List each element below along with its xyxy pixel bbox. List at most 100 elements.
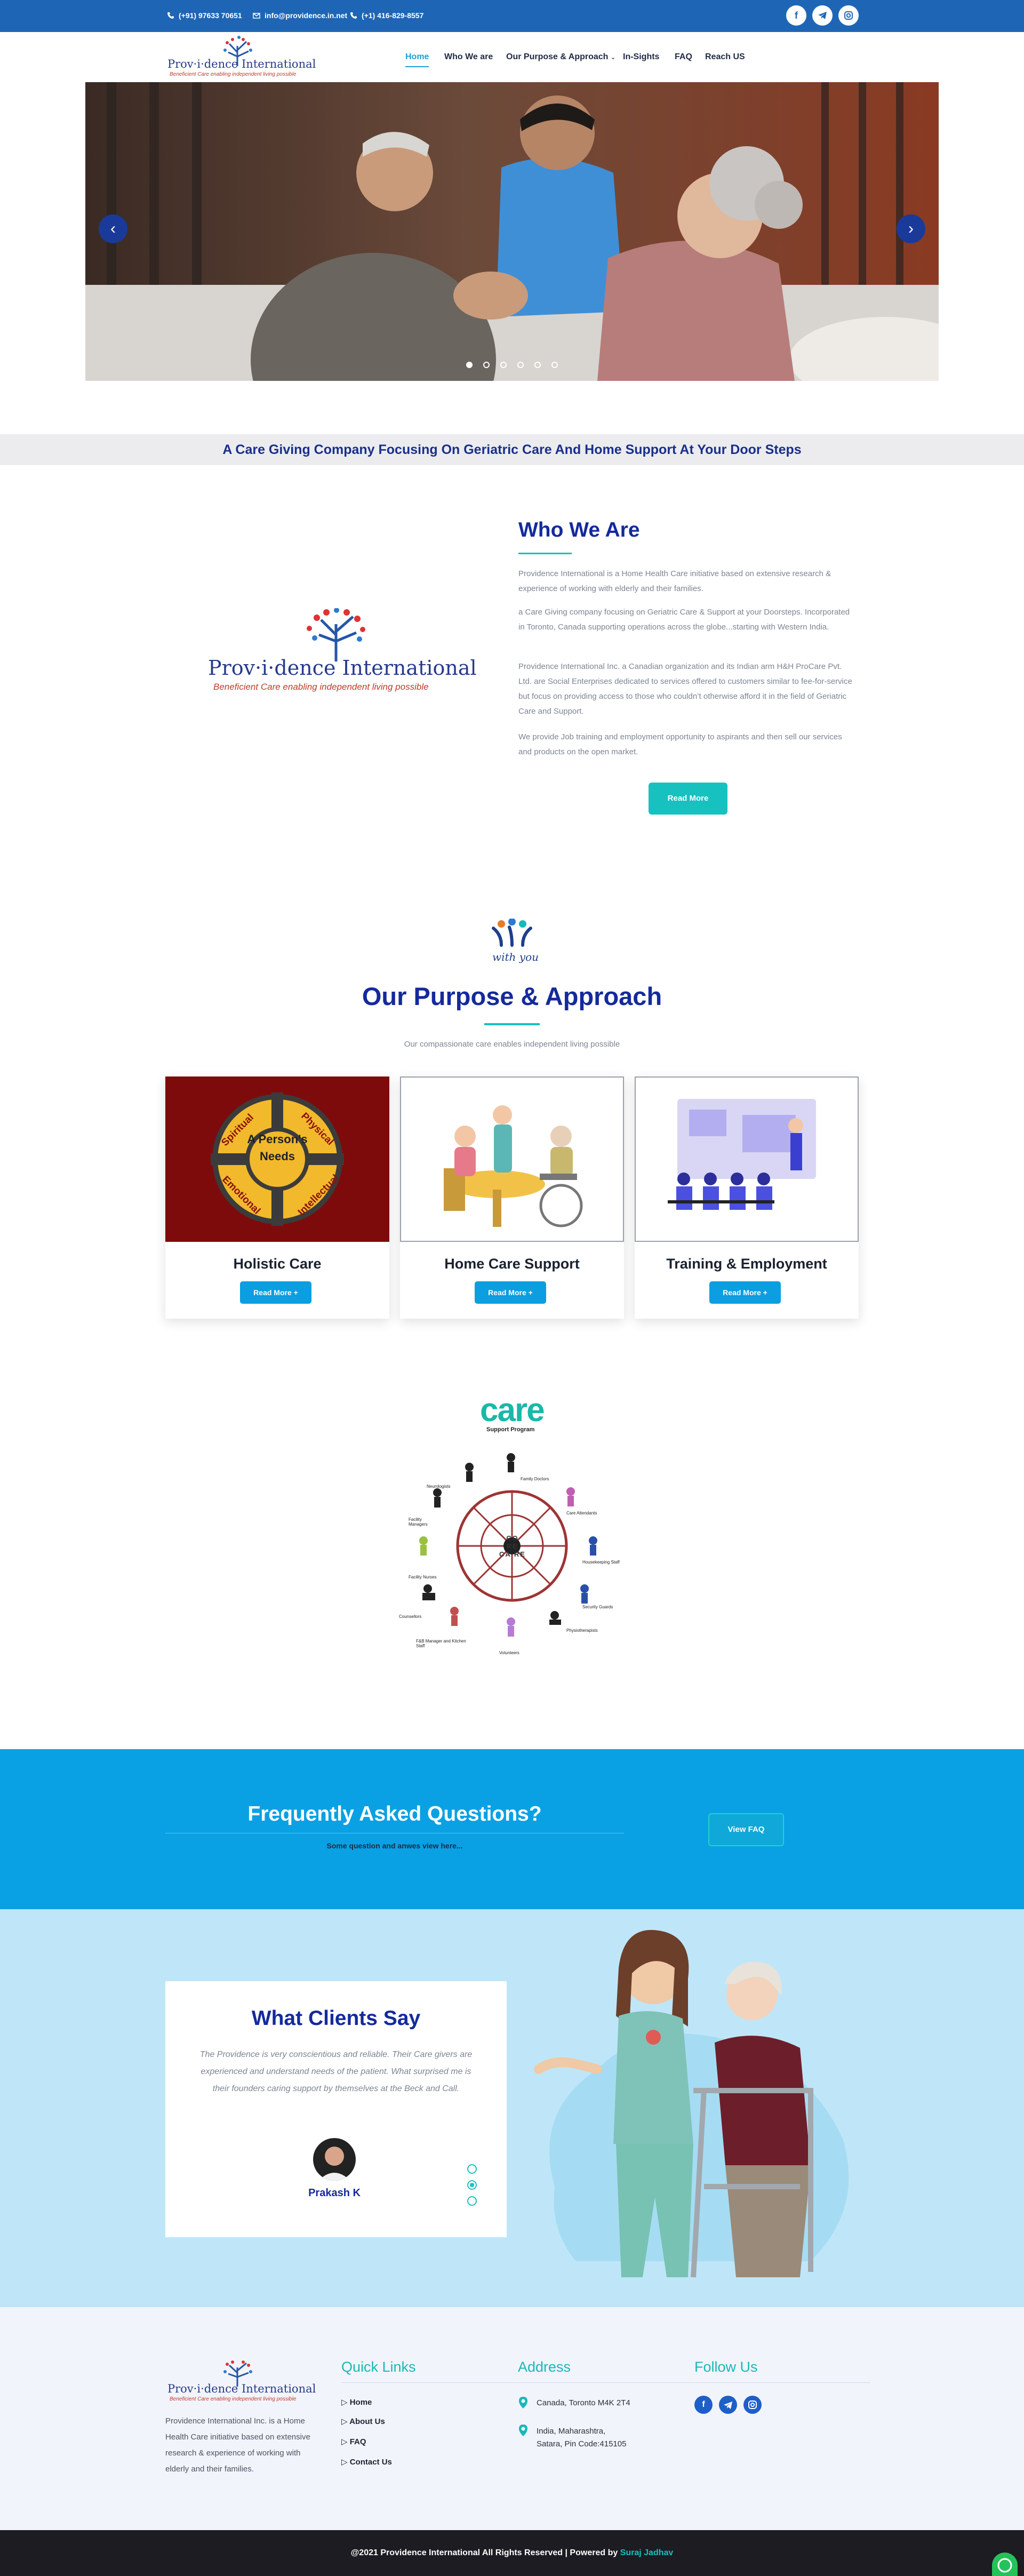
slider-dot-2[interactable] (483, 362, 490, 368)
footer-link-label: About Us (349, 2417, 385, 2426)
client-photo (318, 2147, 350, 2181)
home-care-image (400, 1076, 624, 1242)
footer-address-title: Address (518, 2359, 571, 2375)
with-you-logo: with you (483, 918, 541, 967)
footer-quick-links-title: Quick Links (341, 2359, 416, 2375)
purpose-title: Our Purpose & Approach (362, 982, 662, 1010)
footer-facebook-icon[interactable]: f (694, 2396, 713, 2414)
who-title-underline (518, 553, 572, 554)
nav-home[interactable]: Home (405, 52, 429, 62)
role-neurologists: Neurologists (427, 1484, 451, 1489)
slider-dot-4[interactable] (517, 362, 524, 368)
role-facility-managers: Facility Managers (409, 1517, 428, 1527)
care-support-program-diagram: care Support Program CO RE CA RE Neurolo… (395, 1391, 629, 1658)
triangle-right-icon: ▷ (341, 2458, 348, 2467)
card-read-more-button[interactable]: Read More + (709, 1281, 781, 1304)
role-counsellors: Counsellors (399, 1614, 422, 1619)
home-care-illustration (444, 1105, 583, 1227)
avatar (313, 2138, 356, 2181)
footer-follow-title: Follow Us (694, 2359, 758, 2375)
phone-icon (350, 12, 357, 19)
who-title: Who We Are (518, 519, 640, 541)
instagram-icon[interactable] (838, 5, 859, 26)
footer-link-faq[interactable]: ▷ FAQ (341, 2437, 366, 2446)
phone-icon (167, 12, 174, 19)
role-housekeeping-staff: Housekeeping Staff (582, 1560, 620, 1565)
view-faq-button[interactable]: View FAQ (708, 1813, 784, 1846)
footer-link-home[interactable]: ▷ Home (341, 2397, 372, 2407)
slider-dot-6[interactable] (551, 362, 558, 368)
card-title: Home Care Support (444, 1256, 580, 1272)
testimonial-dot-2[interactable] (467, 2180, 477, 2190)
testimonial-dot-1[interactable] (467, 2164, 477, 2174)
slider-dot-3[interactable] (500, 362, 507, 368)
people-hands-icon (492, 918, 532, 947)
care-subtitle: Support Program (486, 1426, 535, 1433)
whatsapp-chat-icon[interactable] (992, 2553, 1018, 2576)
card-holistic-care[interactable]: A Person's Needs Spiritual Physical Emot… (165, 1076, 389, 1319)
nav-insights[interactable]: In-Sights (623, 52, 659, 62)
triangle-right-icon: ▷ (341, 2417, 348, 2426)
footer-link-contact-us[interactable]: ▷ Contact Us (341, 2457, 392, 2467)
testimonial-card: What Clients Say The Providence is very … (165, 1981, 507, 2237)
card-home-care-support[interactable]: Home Care Support Read More + (400, 1076, 624, 1319)
training-illustration (668, 1099, 816, 1210)
nav-reach-us[interactable]: Reach US (705, 52, 745, 62)
chevron-left-icon: ‹ (110, 220, 116, 237)
location-pin-icon (519, 2425, 527, 2436)
powered-by-link[interactable]: Suraj Jadhav (620, 2548, 674, 2557)
card-title: Training & Employment (666, 1256, 827, 1272)
telegram-icon[interactable] (812, 5, 833, 26)
wheel-center-text: A Person's Needs (247, 1133, 308, 1163)
triangle-right-icon: ▷ (341, 2398, 348, 2407)
chevron-down-icon: ⌄ (610, 54, 616, 61)
care-word: care (480, 1392, 545, 1429)
caregiver-walker-illustration (534, 1929, 849, 2278)
card-read-more-button[interactable]: Read More + (475, 1281, 546, 1304)
nav-faq[interactable]: FAQ (675, 52, 692, 62)
footer-divider (694, 2382, 870, 2383)
testimonial-title: What Clients Say (251, 2007, 421, 2030)
testimonial-name: Prakash K (308, 2187, 361, 2199)
footer-divider (341, 2382, 517, 2383)
footer-logo-tagline: Beneficient Care enabling independent li… (170, 2396, 297, 2402)
slider-next-arrow[interactable]: › (897, 214, 925, 243)
testimonial-dot-3[interactable] (467, 2196, 477, 2206)
copyright-text: @2021 Providence International All Right… (350, 2548, 618, 2557)
nav-who-we-are[interactable]: Who We are (444, 52, 493, 62)
phone-contact-2[interactable]: (+1) 416-829-8557 (350, 11, 423, 20)
testimonial-quote: The Providence is very conscientious and… (199, 2050, 473, 2093)
who-logo-tagline: Beneficient Care enabling independent li… (213, 682, 429, 692)
footer-telegram-icon[interactable] (719, 2396, 737, 2414)
role-security-guards: Security Guards (582, 1605, 613, 1609)
who-read-more-button[interactable]: Read More (649, 783, 727, 815)
site-logo[interactable]: Prov·i·dence International Beneficient C… (165, 34, 316, 80)
footer-address-india-line1: India, Maharashtra, (537, 2427, 606, 2436)
role-volunteers: Volunteers (499, 1650, 519, 1655)
facebook-icon[interactable]: f (786, 5, 806, 26)
role-physiotherapists: Physiotherapists (566, 1628, 598, 1633)
phone-contact[interactable]: (+91) 97633 70651 (167, 11, 242, 20)
role-care-attendants: Care Attendants (566, 1511, 597, 1516)
footer-divider (518, 2382, 694, 2383)
slider-prev-arrow[interactable]: ‹ (99, 214, 127, 243)
card-read-more-button[interactable]: Read More + (240, 1281, 311, 1304)
nav-purpose[interactable]: Our Purpose & Approach ⌄ (506, 52, 615, 62)
slider-dot-5[interactable] (534, 362, 541, 368)
email-contact[interactable]: info@providence.in.net (253, 11, 347, 20)
footer-logo-name: Prov·i·dence International (167, 2382, 316, 2395)
card-title: Holistic Care (233, 1256, 322, 1272)
footer-instagram-icon[interactable] (743, 2396, 762, 2414)
triangle-right-icon: ▷ (341, 2437, 348, 2446)
phone-text: (+91) 97633 70651 (179, 11, 242, 20)
care-wheel-center-text: CO RE CA RE (499, 1534, 526, 1558)
who-logo-name: Prov·i·dence International (208, 656, 477, 680)
footer-link-about-us[interactable]: ▷ About Us (341, 2417, 385, 2426)
footer-logo[interactable]: Prov·i·dence International Beneficient C… (165, 2360, 316, 2406)
hero-slider[interactable] (85, 82, 939, 381)
with-you-caption: with you (492, 951, 539, 963)
slider-dot-1[interactable] (466, 362, 473, 368)
training-image (635, 1076, 859, 1242)
card-training-employment[interactable]: Training & Employment Read More + (635, 1076, 859, 1319)
mail-icon (253, 13, 260, 19)
